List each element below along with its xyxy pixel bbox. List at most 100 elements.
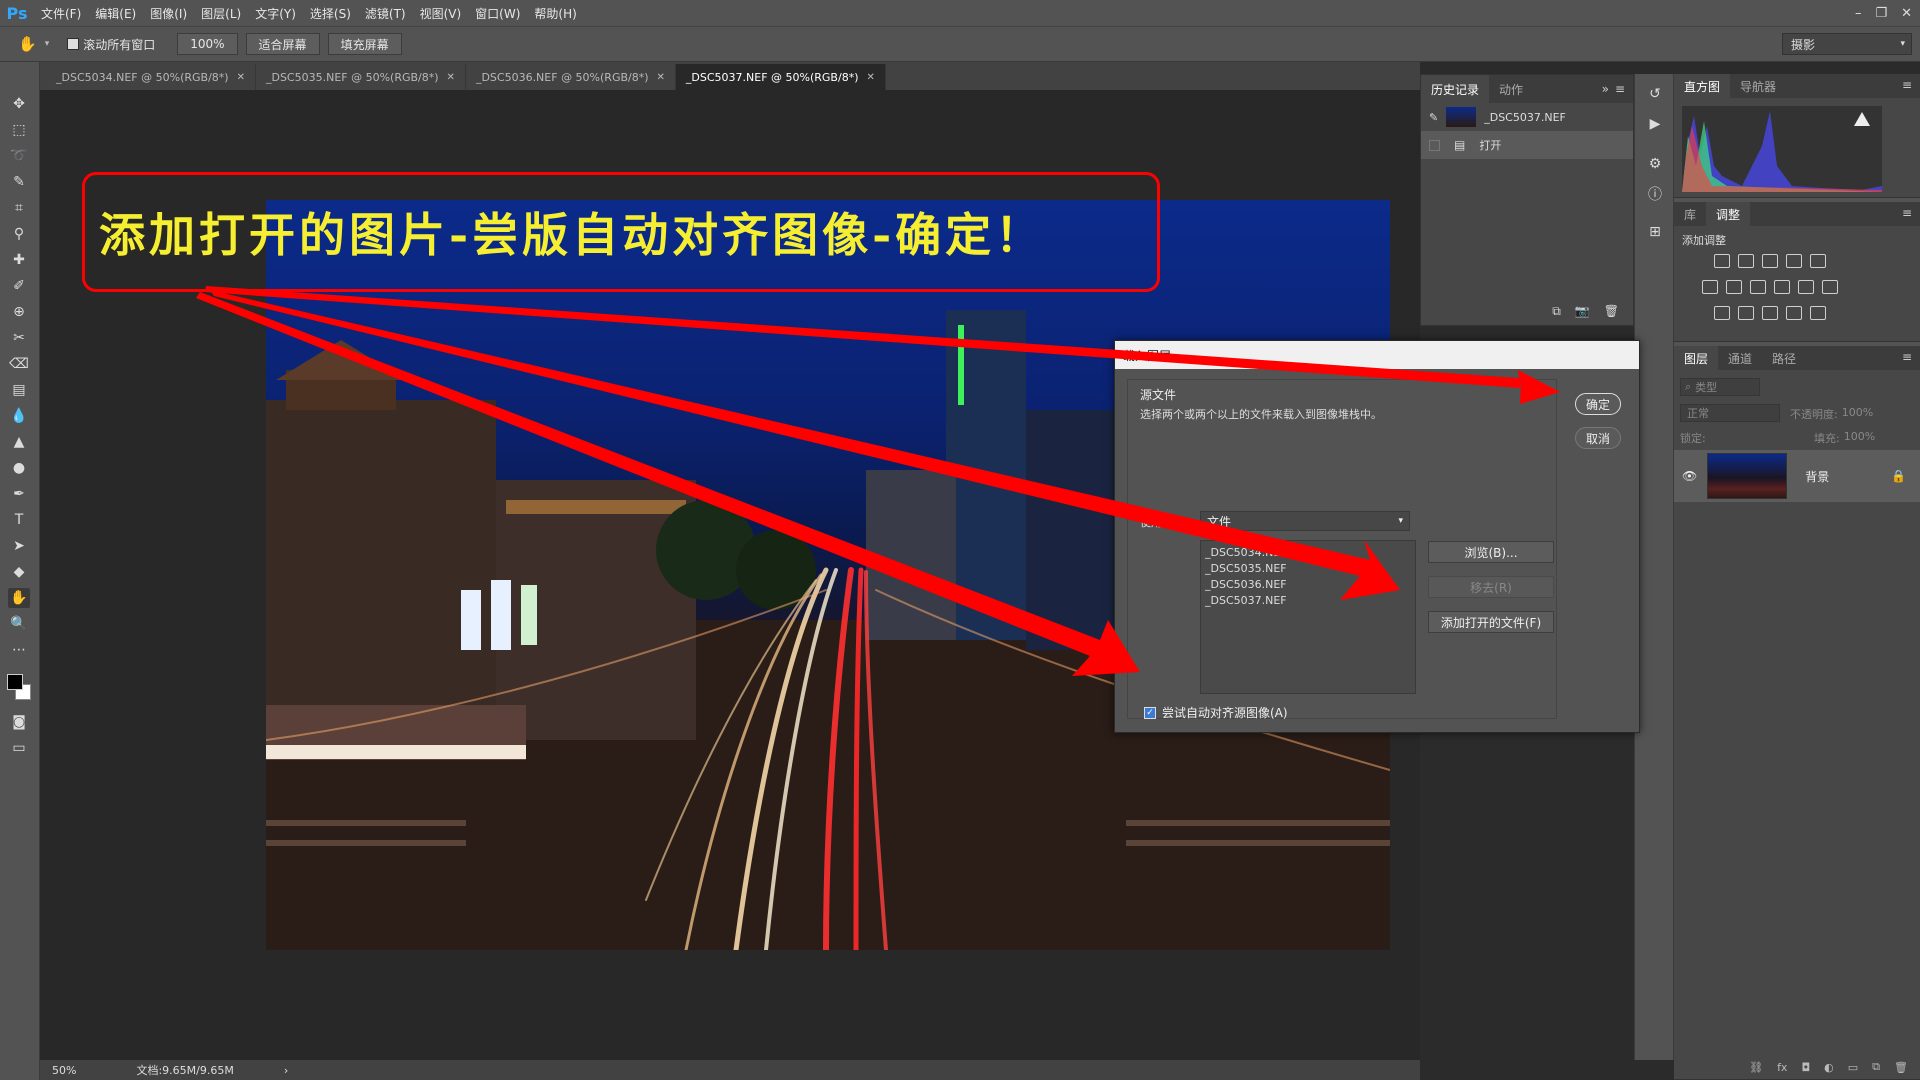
menu-file[interactable]: 文件(F) <box>34 5 88 22</box>
history-snapshot[interactable]: ✎ _DSC5037.NEF <box>1421 103 1633 131</box>
adjustment-layer-icon[interactable]: ◐ <box>1824 1061 1834 1074</box>
quick-select-tool-icon[interactable]: ✎ <box>8 172 30 192</box>
panel-menu-icon[interactable]: ≡ <box>1902 206 1912 220</box>
fx-icon[interactable]: fx <box>1777 1061 1787 1074</box>
panel-menu-icon[interactable]: ≡ <box>1902 78 1912 92</box>
eye-icon[interactable]: 👁 <box>1682 469 1697 483</box>
close-icon[interactable]: ✕ <box>866 72 874 83</box>
color-swatches[interactable] <box>7 674 33 702</box>
history-brush-tool-icon[interactable]: ✂ <box>8 328 30 348</box>
minimize-button[interactable]: – <box>1855 6 1862 21</box>
zoom-tool-icon[interactable]: 🔍 <box>8 614 30 634</box>
chevron-right-icon[interactable]: › <box>284 1064 288 1077</box>
tab-adjustments[interactable]: 调整 <box>1706 202 1751 226</box>
eraser-tool-icon[interactable]: ⌫ <box>8 354 30 374</box>
close-icon[interactable]: ✕ <box>447 72 455 83</box>
layer-kind-filter[interactable]: ⌕ 类型 <box>1680 378 1760 396</box>
type-tool-icon[interactable]: T <box>8 510 30 530</box>
menu-filter[interactable]: 滤镜(T) <box>358 5 413 22</box>
list-item[interactable]: _DSC5035.NEF <box>1205 561 1411 577</box>
color-lookup-icon[interactable] <box>1822 280 1838 294</box>
ok-button[interactable]: 确定 <box>1575 393 1621 415</box>
tab-dsc5037[interactable]: _DSC5037.NEF @ 50%(RGB/8*) ✕ <box>675 64 886 90</box>
exposure-icon[interactable] <box>1786 254 1802 268</box>
tab-layers[interactable]: 图层 <box>1674 346 1719 370</box>
history-step-open[interactable]: ▤ 打开 <box>1421 131 1633 159</box>
fill-control[interactable]: 填充: 100% <box>1814 430 1875 446</box>
shape-tool-icon[interactable]: ◆ <box>8 562 30 582</box>
link-icon[interactable]: ⛓ <box>1749 1061 1763 1074</box>
path-select-tool-icon[interactable]: ➤ <box>8 536 30 556</box>
new-document-icon[interactable]: ⧉ <box>1552 304 1561 319</box>
gradient-map-icon[interactable] <box>1810 306 1826 320</box>
list-item[interactable]: _DSC5036.NEF <box>1205 577 1411 593</box>
screen-mode-icon[interactable]: ▭ <box>8 738 30 758</box>
clone-source-icon[interactable]: ⊞ <box>1645 222 1665 242</box>
file-list[interactable]: _DSC5034.NEF _DSC5035.NEF _DSC5036.NEF _… <box>1200 540 1416 694</box>
photo-filter-icon[interactable] <box>1774 280 1790 294</box>
tab-dsc5034[interactable]: _DSC5034.NEF @ 50%(RGB/8*) ✕ <box>46 64 256 90</box>
hue-saturation-icon[interactable] <box>1702 280 1718 294</box>
close-icon[interactable]: ✕ <box>657 72 665 83</box>
use-select[interactable]: 文件 ▾ <box>1200 511 1410 531</box>
blend-mode-select[interactable]: 正常 <box>1680 404 1780 422</box>
black-white-icon[interactable] <box>1750 280 1766 294</box>
fit-screen-button[interactable]: 适合屏幕 <box>245 33 320 55</box>
marquee-tool-icon[interactable]: ⬚ <box>8 120 30 140</box>
panel-menu-icon[interactable]: ≡ <box>1902 350 1912 364</box>
curves-icon[interactable] <box>1762 254 1778 268</box>
new-layer-icon[interactable]: ⧉ <box>1872 1060 1880 1074</box>
properties-icon[interactable]: ⚙ <box>1645 154 1665 174</box>
tab-paths[interactable]: 路径 <box>1762 346 1806 370</box>
dodge-tool-icon[interactable]: ● <box>8 458 30 478</box>
menu-edit[interactable]: 编辑(E) <box>88 5 143 22</box>
fill-screen-button[interactable]: 填充屏幕 <box>327 33 402 55</box>
panel-menu-icon[interactable]: ≡ <box>1615 82 1625 96</box>
history-panel-icon[interactable]: ↺ <box>1645 84 1665 104</box>
healing-tool-icon[interactable]: ✚ <box>8 250 30 270</box>
checkbox-box[interactable] <box>67 38 80 50</box>
cancel-button[interactable]: 取消 <box>1575 427 1621 449</box>
collapse-icon[interactable]: » <box>1602 82 1609 96</box>
camera-icon[interactable]: 📷 <box>1575 304 1590 318</box>
menu-view[interactable]: 视图(V) <box>413 5 469 22</box>
tab-channels[interactable]: 通道 <box>1718 346 1762 370</box>
opacity-value[interactable]: 100% <box>1842 406 1873 422</box>
info-icon[interactable]: ⓘ <box>1645 184 1665 204</box>
close-button[interactable]: ✕ <box>1901 6 1912 21</box>
tab-histogram[interactable]: 直方图 <box>1674 74 1731 98</box>
add-open-files-button[interactable]: 添加打开的文件(F) <box>1428 611 1554 633</box>
close-icon[interactable]: ✕ <box>237 72 245 83</box>
checkbox-checked[interactable]: ✓ <box>1144 706 1156 719</box>
sharpen-tool-icon[interactable]: ▲ <box>8 432 30 452</box>
tab-history[interactable]: 历史记录 <box>1421 75 1490 103</box>
workspace-select[interactable]: 摄影 ▾ <box>1782 33 1912 55</box>
zoom-level[interactable]: 50% <box>52 1064 76 1077</box>
eyedropper-tool-icon[interactable]: ⚲ <box>8 224 30 244</box>
tab-dsc5036[interactable]: _DSC5036.NEF @ 50%(RGB/8*) ✕ <box>466 64 676 90</box>
checkbox-box[interactable] <box>1429 139 1440 151</box>
auto-align-checkbox[interactable]: ✓ 尝试自动对齐源图像(A) <box>1144 704 1288 721</box>
tab-libraries[interactable]: 库 <box>1674 202 1706 226</box>
hand-tool-preset-icon[interactable]: ✋ <box>18 35 37 53</box>
menu-select[interactable]: 选择(S) <box>303 5 358 22</box>
menu-window[interactable]: 窗口(W) <box>468 5 527 22</box>
opacity-control[interactable]: 不透明度: 100% <box>1790 406 1873 422</box>
fill-value[interactable]: 100% <box>1844 430 1875 446</box>
zoom-100-button[interactable]: 100% <box>177 33 238 55</box>
pen-tool-icon[interactable]: ✒ <box>8 484 30 504</box>
scroll-all-windows-checkbox[interactable]: 滚动所有窗口 <box>67 36 155 53</box>
levels-icon[interactable] <box>1738 254 1754 268</box>
mask-icon[interactable]: ◘ <box>1801 1061 1810 1074</box>
invert-icon[interactable] <box>1714 306 1730 320</box>
channel-mixer-icon[interactable] <box>1798 280 1814 294</box>
tab-navigator[interactable]: 导航器 <box>1730 74 1786 98</box>
menu-layer[interactable]: 图层(L) <box>194 5 248 22</box>
list-item[interactable]: _DSC5034.NEF <box>1205 545 1411 561</box>
crop-tool-icon[interactable]: ⌗ <box>8 198 30 218</box>
restore-button[interactable]: ❐ <box>1875 6 1887 21</box>
list-item[interactable]: _DSC5037.NEF <box>1205 593 1411 609</box>
brush-tool-icon[interactable]: ✐ <box>8 276 30 296</box>
dialog-title[interactable]: 载入图层 <box>1115 341 1639 369</box>
gradient-tool-icon[interactable]: ▤ <box>8 380 30 400</box>
